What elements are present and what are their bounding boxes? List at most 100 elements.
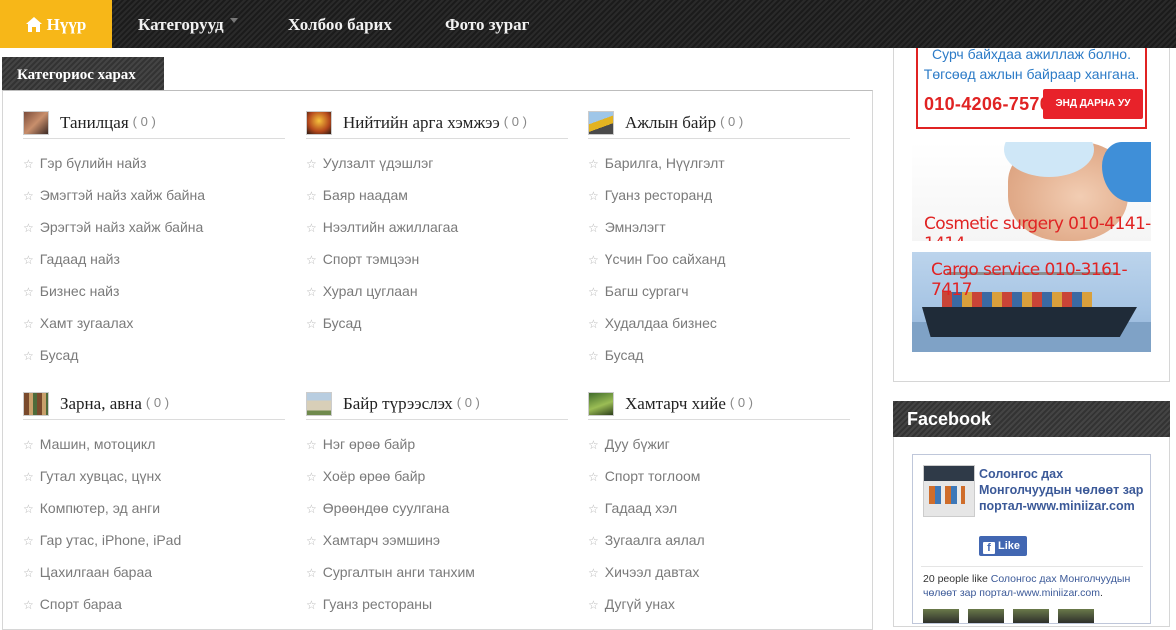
category-count: ( 0 )	[132, 114, 156, 129]
ad-ship-image	[922, 307, 1137, 337]
star-icon: ☆	[588, 189, 599, 203]
star-icon: ☆	[23, 189, 34, 203]
subcategory-item[interactable]: ☆ Нэг өрөө байр	[306, 428, 568, 460]
star-icon: ☆	[306, 253, 317, 267]
category-thumbnail	[306, 111, 332, 135]
nav-contact[interactable]: Холбоо барих	[288, 0, 392, 48]
nav-home[interactable]: Нүүр	[0, 0, 112, 48]
category-count: ( 0 )	[145, 395, 170, 410]
subcategory-item[interactable]: ☆ Гутал хувцас, цүнх	[23, 460, 285, 492]
category-block: Зарна, авна( 0 ) ☆ Машин, мотоцикл ☆ Гутал…	[23, 392, 285, 620]
star-icon: ☆	[23, 157, 34, 171]
star-icon: ☆	[306, 438, 317, 452]
star-icon: ☆	[23, 221, 34, 235]
ad-banner-jobs[interactable]: Сурч байхдаа ажиллаж болно. Төгсөөд ажлы…	[916, 46, 1147, 129]
subcategory-item[interactable]: ☆ Хичээл давтах	[588, 556, 850, 588]
nav-categories[interactable]: Категорууд	[138, 0, 238, 48]
subcategory-item[interactable]: ☆ Бусад	[306, 307, 568, 339]
ad-text-line: Төгсөөд ажлын байраар хангана.	[923, 66, 1140, 82]
subcategory-item[interactable]: ☆ Хоёр өрөө байр	[306, 460, 568, 492]
subcategory-item[interactable]: ☆ Уулзалт үдэшлэг	[306, 147, 568, 179]
subcategory-item[interactable]: ☆ Дуу бүжиг	[588, 428, 850, 460]
star-icon: ☆	[588, 438, 599, 452]
category-title[interactable]: Ажлын байр( 0 )	[625, 113, 743, 133]
subcategory-item[interactable]: ☆ Гэр бүлийн найз	[23, 147, 285, 179]
nav-categories-label: Категорууд	[138, 15, 224, 34]
subcategory-item[interactable]: ☆ Гуанз ресторанд	[588, 179, 850, 211]
subcategory-item[interactable]: ☆ Хамт зугаалах	[23, 307, 285, 339]
category-title[interactable]: Танилцая( 0 )	[60, 113, 156, 133]
star-icon: ☆	[306, 598, 317, 612]
facebook-f-icon: f	[983, 542, 995, 554]
subcategory-item[interactable]: ☆ Эмнэлэгт	[588, 211, 850, 243]
facebook-page-name[interactable]: Солонгос дах Монголчуудын чөлөөт зар пор…	[979, 466, 1144, 514]
category-header[interactable]: Зарна, авна( 0 )	[23, 392, 285, 420]
category-thumbnail	[588, 392, 614, 416]
subcategory-item[interactable]: ☆ Компютер, эд анги	[23, 492, 285, 524]
subcategory-item[interactable]: ☆ Машин, мотоцикл	[23, 428, 285, 460]
subcategory-item[interactable]: ☆ Зугаалга аялал	[588, 524, 850, 556]
fan-avatar[interactable]	[923, 609, 959, 623]
subcategory-item[interactable]: ☆ Цахилгаан бараа	[23, 556, 285, 588]
category-header[interactable]: Хамтарч хийе( 0 )	[588, 392, 850, 420]
star-icon: ☆	[23, 502, 34, 516]
fan-avatar[interactable]	[1058, 609, 1094, 623]
star-icon: ☆	[588, 253, 599, 267]
fan-avatar[interactable]	[1013, 609, 1049, 623]
subcategory-item[interactable]: ☆ Үсчин Гоо сайханд	[588, 243, 850, 275]
star-icon: ☆	[306, 189, 317, 203]
divider	[921, 566, 1143, 567]
category-header[interactable]: Ажлын байр( 0 )	[588, 111, 850, 139]
ad-text: Cosmetic surgery 010-4141-1414	[924, 214, 1151, 241]
category-thumbnail	[306, 392, 332, 416]
category-header[interactable]: Байр түрээслэх( 0 )	[306, 392, 568, 420]
star-icon: ☆	[306, 285, 317, 299]
subcategory-item[interactable]: ☆ Барилга, Нүүлгэлт	[588, 147, 850, 179]
category-block: Танилцая( 0 ) ☆ Гэр бүлийн найз ☆ Эмэгтэй …	[23, 111, 285, 371]
star-icon: ☆	[588, 566, 599, 580]
subcategory-item[interactable]: ☆ Гар утас, iPhone, iPad	[23, 524, 285, 556]
subcategory-item[interactable]: ☆ Нээлтийн ажиллагаа	[306, 211, 568, 243]
nav-photos-label: Фото зураг	[445, 15, 530, 34]
subcategory-item[interactable]: ☆ Багш сургагч	[588, 275, 850, 307]
facebook-like-button[interactable]: f Like	[979, 536, 1027, 556]
ad-banner-cosmetic[interactable]: Cosmetic surgery 010-4141-1414	[912, 142, 1151, 241]
subcategory-item[interactable]: ☆ Гадаад найз	[23, 243, 285, 275]
star-icon: ☆	[23, 349, 34, 363]
star-icon: ☆	[306, 502, 317, 516]
ad-banner-cargo[interactable]: Cargo service 010-3161-7417	[912, 252, 1151, 352]
facebook-page-plugin: Солонгос дах Монголчуудын чөлөөт зар пор…	[912, 454, 1151, 624]
nav-photos[interactable]: Фото зураг	[445, 0, 529, 48]
subcategory-item[interactable]: ☆ Сургалтын анги танхим	[306, 556, 568, 588]
subcategory-item[interactable]: ☆ Спорт тоглоом	[588, 460, 850, 492]
category-header[interactable]: Танилцая( 0 )	[23, 111, 285, 139]
facebook-page-thumbnail[interactable]	[923, 465, 975, 517]
subcategory-item[interactable]: ☆ Спорт тэмцээн	[306, 243, 568, 275]
subcategory-item[interactable]: ☆ Өрөөндөө суулгана	[306, 492, 568, 524]
subcategory-item[interactable]: ☆ Дугүй унах	[588, 588, 850, 620]
star-icon: ☆	[306, 317, 317, 331]
star-icon: ☆	[23, 285, 34, 299]
caret-down-icon	[229, 17, 238, 23]
subcategory-item[interactable]: ☆ Худалдаа бизнес	[588, 307, 850, 339]
ad-phone: 010-4206-7570	[924, 94, 1051, 114]
category-title[interactable]: Байр түрээслэх( 0 )	[343, 394, 480, 414]
category-title[interactable]: Нийтийн арга хэмжээ( 0 )	[343, 113, 527, 133]
category-title[interactable]: Хамтарч хийе( 0 )	[625, 394, 753, 414]
subcategory-item[interactable]: ☆ Гадаад хэл	[588, 492, 850, 524]
subcategory-item[interactable]: ☆ Бизнес найз	[23, 275, 285, 307]
subcategory-item[interactable]: ☆ Спорт бараа	[23, 588, 285, 620]
subcategory-item[interactable]: ☆ Эрэгтэй найз хайж байна	[23, 211, 285, 243]
category-title[interactable]: Зарна, авна( 0 )	[60, 394, 169, 414]
category-header[interactable]: Нийтийн арга хэмжээ( 0 )	[306, 111, 568, 139]
subcategory-item[interactable]: ☆ Гуанз рестораны	[306, 588, 568, 620]
subcategory-item[interactable]: ☆ Эмэгтэй найз хайж байна	[23, 179, 285, 211]
subcategory-item[interactable]: ☆ Бусад	[588, 339, 850, 371]
ad-click-button[interactable]: ЭНД ДАРНА УУ	[1043, 89, 1143, 119]
subcategory-item[interactable]: ☆ Баяр наадам	[306, 179, 568, 211]
star-icon: ☆	[306, 157, 317, 171]
subcategory-item[interactable]: ☆ Хамтарч ээмшинэ	[306, 524, 568, 556]
subcategory-item[interactable]: ☆ Хурал цуглаан	[306, 275, 568, 307]
fan-avatar[interactable]	[968, 609, 1004, 623]
subcategory-item[interactable]: ☆ Бусад	[23, 339, 285, 371]
